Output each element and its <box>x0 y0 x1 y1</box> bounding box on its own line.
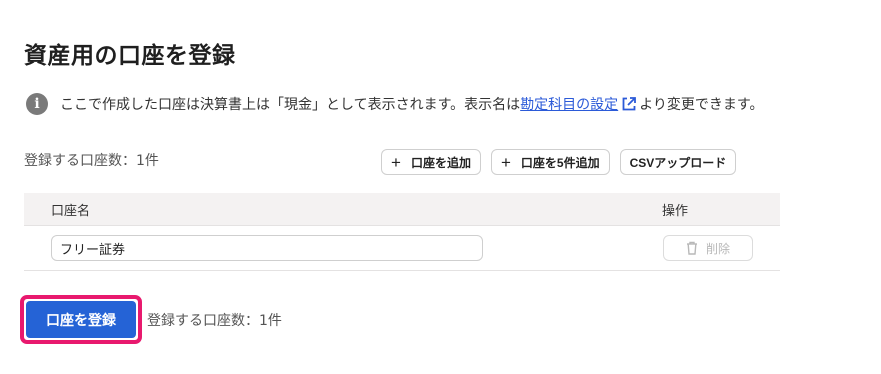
delete-label: 削除 <box>705 241 730 256</box>
page-title: 資産用の口座を登録 <box>24 43 236 69</box>
info-icon: i <box>26 93 48 115</box>
column-header-account-name: 口座名 <box>51 203 91 219</box>
register-button-highlight: 口座を登録 <box>20 295 142 344</box>
info-message: i ここで作成した口座は決算書上は「現金」として表示されます。表示名は 勘定科目… <box>26 93 764 115</box>
add-account-label: 口座を追加 <box>410 155 471 170</box>
footer-account-count: 登録する口座数：1件 <box>147 313 282 329</box>
account-name-input[interactable] <box>51 235 483 261</box>
account-count-label: 登録する口座数：1件 <box>24 153 159 169</box>
trash-icon <box>686 241 697 255</box>
plus-icon: + <box>500 152 511 172</box>
register-accounts-button[interactable]: 口座を登録 <box>26 301 136 338</box>
delete-button[interactable]: 削除 <box>663 235 753 261</box>
csv-upload-button[interactable]: CSVアップロード <box>619 149 737 175</box>
add-account-button[interactable]: + 口座を追加 <box>381 149 481 175</box>
toolbar: + 口座を追加 + 口座を5件追加 CSVアップロード <box>381 149 737 175</box>
plus-icon: + <box>391 152 401 172</box>
table-row: 削除 <box>24 226 780 271</box>
add-five-accounts-button[interactable]: + 口座を5件追加 <box>490 149 610 175</box>
accounts-table: 口座名 操作 削除 <box>24 193 780 271</box>
csv-upload-label: CSVアップロード <box>629 155 727 170</box>
info-text-before: ここで作成した口座は決算書上は「現金」として表示されます。表示名は <box>60 97 521 113</box>
column-header-operation: 操作 <box>662 203 689 219</box>
account-settings-link[interactable]: 勘定科目の設定 <box>520 94 618 114</box>
add-five-accounts-label: 口座を5件追加 <box>520 155 600 170</box>
info-text-after: より変更できます。 <box>639 97 764 113</box>
table-header: 口座名 操作 <box>24 193 780 226</box>
external-link-icon[interactable] <box>621 96 637 112</box>
